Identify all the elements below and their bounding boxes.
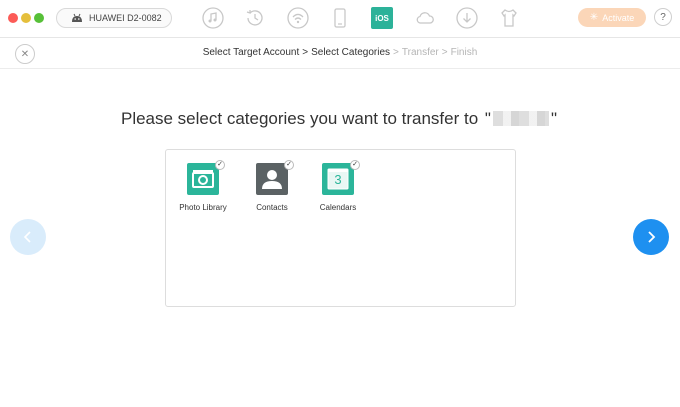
tshirt-icon <box>501 9 517 27</box>
activate-label: Activate <box>602 12 635 23</box>
contacts-icon: ✓ <box>256 160 294 195</box>
cloud-tool-button[interactable] <box>413 6 437 30</box>
wifi-sync-icon <box>287 7 309 29</box>
music-tool-button[interactable] <box>201 6 225 30</box>
category-label: Calendars <box>319 203 357 212</box>
device-selector[interactable]: HUAWEI D2-0082 <box>56 8 172 28</box>
category-calendars[interactable]: 3 ✓ Calendars <box>303 160 373 212</box>
tshirt-tool-button[interactable] <box>497 6 521 30</box>
chevron-right-icon <box>648 231 656 243</box>
phone-icon <box>334 8 346 28</box>
device-name: HUAWEI D2-0082 <box>89 13 162 23</box>
close-quote: " <box>550 109 558 128</box>
chevron-left-icon <box>23 231 31 243</box>
ios-mover-tool-button[interactable]: iOS <box>371 7 393 29</box>
previous-button[interactable] <box>10 219 46 255</box>
download-tool-button[interactable] <box>455 6 479 30</box>
close-window-button[interactable] <box>8 13 18 23</box>
music-icon <box>202 7 224 29</box>
wifi-sync-tool-button[interactable] <box>286 6 310 30</box>
open-quote: " <box>484 109 491 128</box>
cloud-icon <box>416 12 434 24</box>
redacted-target-name <box>492 111 549 126</box>
category-photo-library[interactable]: ✓ Photo Library <box>168 160 238 212</box>
page-title-text: Please select categories you want to tra… <box>120 109 479 128</box>
android-icon <box>72 13 82 22</box>
toolbar: HUAWEI D2-0082 iOS ✳ Activate ? <box>0 0 680 38</box>
breadcrumb-step-select-categories: Select Categories <box>311 47 391 58</box>
photo-library-icon: ✓ <box>187 160 225 195</box>
breadcrumb-step-select-target-account: Select Target Account <box>202 47 300 58</box>
phone-tool-button[interactable] <box>328 6 352 30</box>
ios-mover-icon: iOS <box>375 13 389 23</box>
history-tool-button[interactable] <box>243 6 267 30</box>
category-label: Contacts <box>256 203 288 212</box>
category-label: Photo Library <box>179 203 227 212</box>
breadcrumb-separator: > <box>302 47 309 58</box>
checkmark-icon[interactable]: ✓ <box>284 160 294 170</box>
sparkle-icon: ✳ <box>589 12 599 23</box>
maximize-window-button[interactable] <box>34 13 44 23</box>
minimize-window-button[interactable] <box>21 13 31 23</box>
breadcrumb-step-transfer: Transfer <box>401 47 439 58</box>
breadcrumb-row: ✕ Select Target Account > Select Categorie… <box>0 39 680 69</box>
breadcrumb-separator: > <box>441 47 448 58</box>
breadcrumb: Select Target Account > Select Categories >… <box>0 47 680 58</box>
help-button[interactable]: ? <box>654 8 672 26</box>
categories-panel: ✓ Photo Library ✓ Contacts 3 ✓ Calendars <box>165 149 516 307</box>
breadcrumb-step-finish: Finish <box>450 47 478 58</box>
activate-button[interactable]: ✳ Activate <box>578 8 646 27</box>
calendar-icon: 3 ✓ <box>322 160 360 195</box>
category-contacts[interactable]: ✓ Contacts <box>237 160 307 212</box>
checkmark-icon[interactable]: ✓ <box>215 160 225 170</box>
page-title: Please select categories you want to tra… <box>0 109 680 129</box>
history-icon <box>246 10 263 26</box>
next-button[interactable] <box>633 219 669 255</box>
download-icon <box>456 7 478 29</box>
breadcrumb-separator: > <box>393 47 399 58</box>
calendar-day-number: 3 <box>334 172 342 187</box>
checkmark-icon[interactable]: ✓ <box>350 160 360 170</box>
